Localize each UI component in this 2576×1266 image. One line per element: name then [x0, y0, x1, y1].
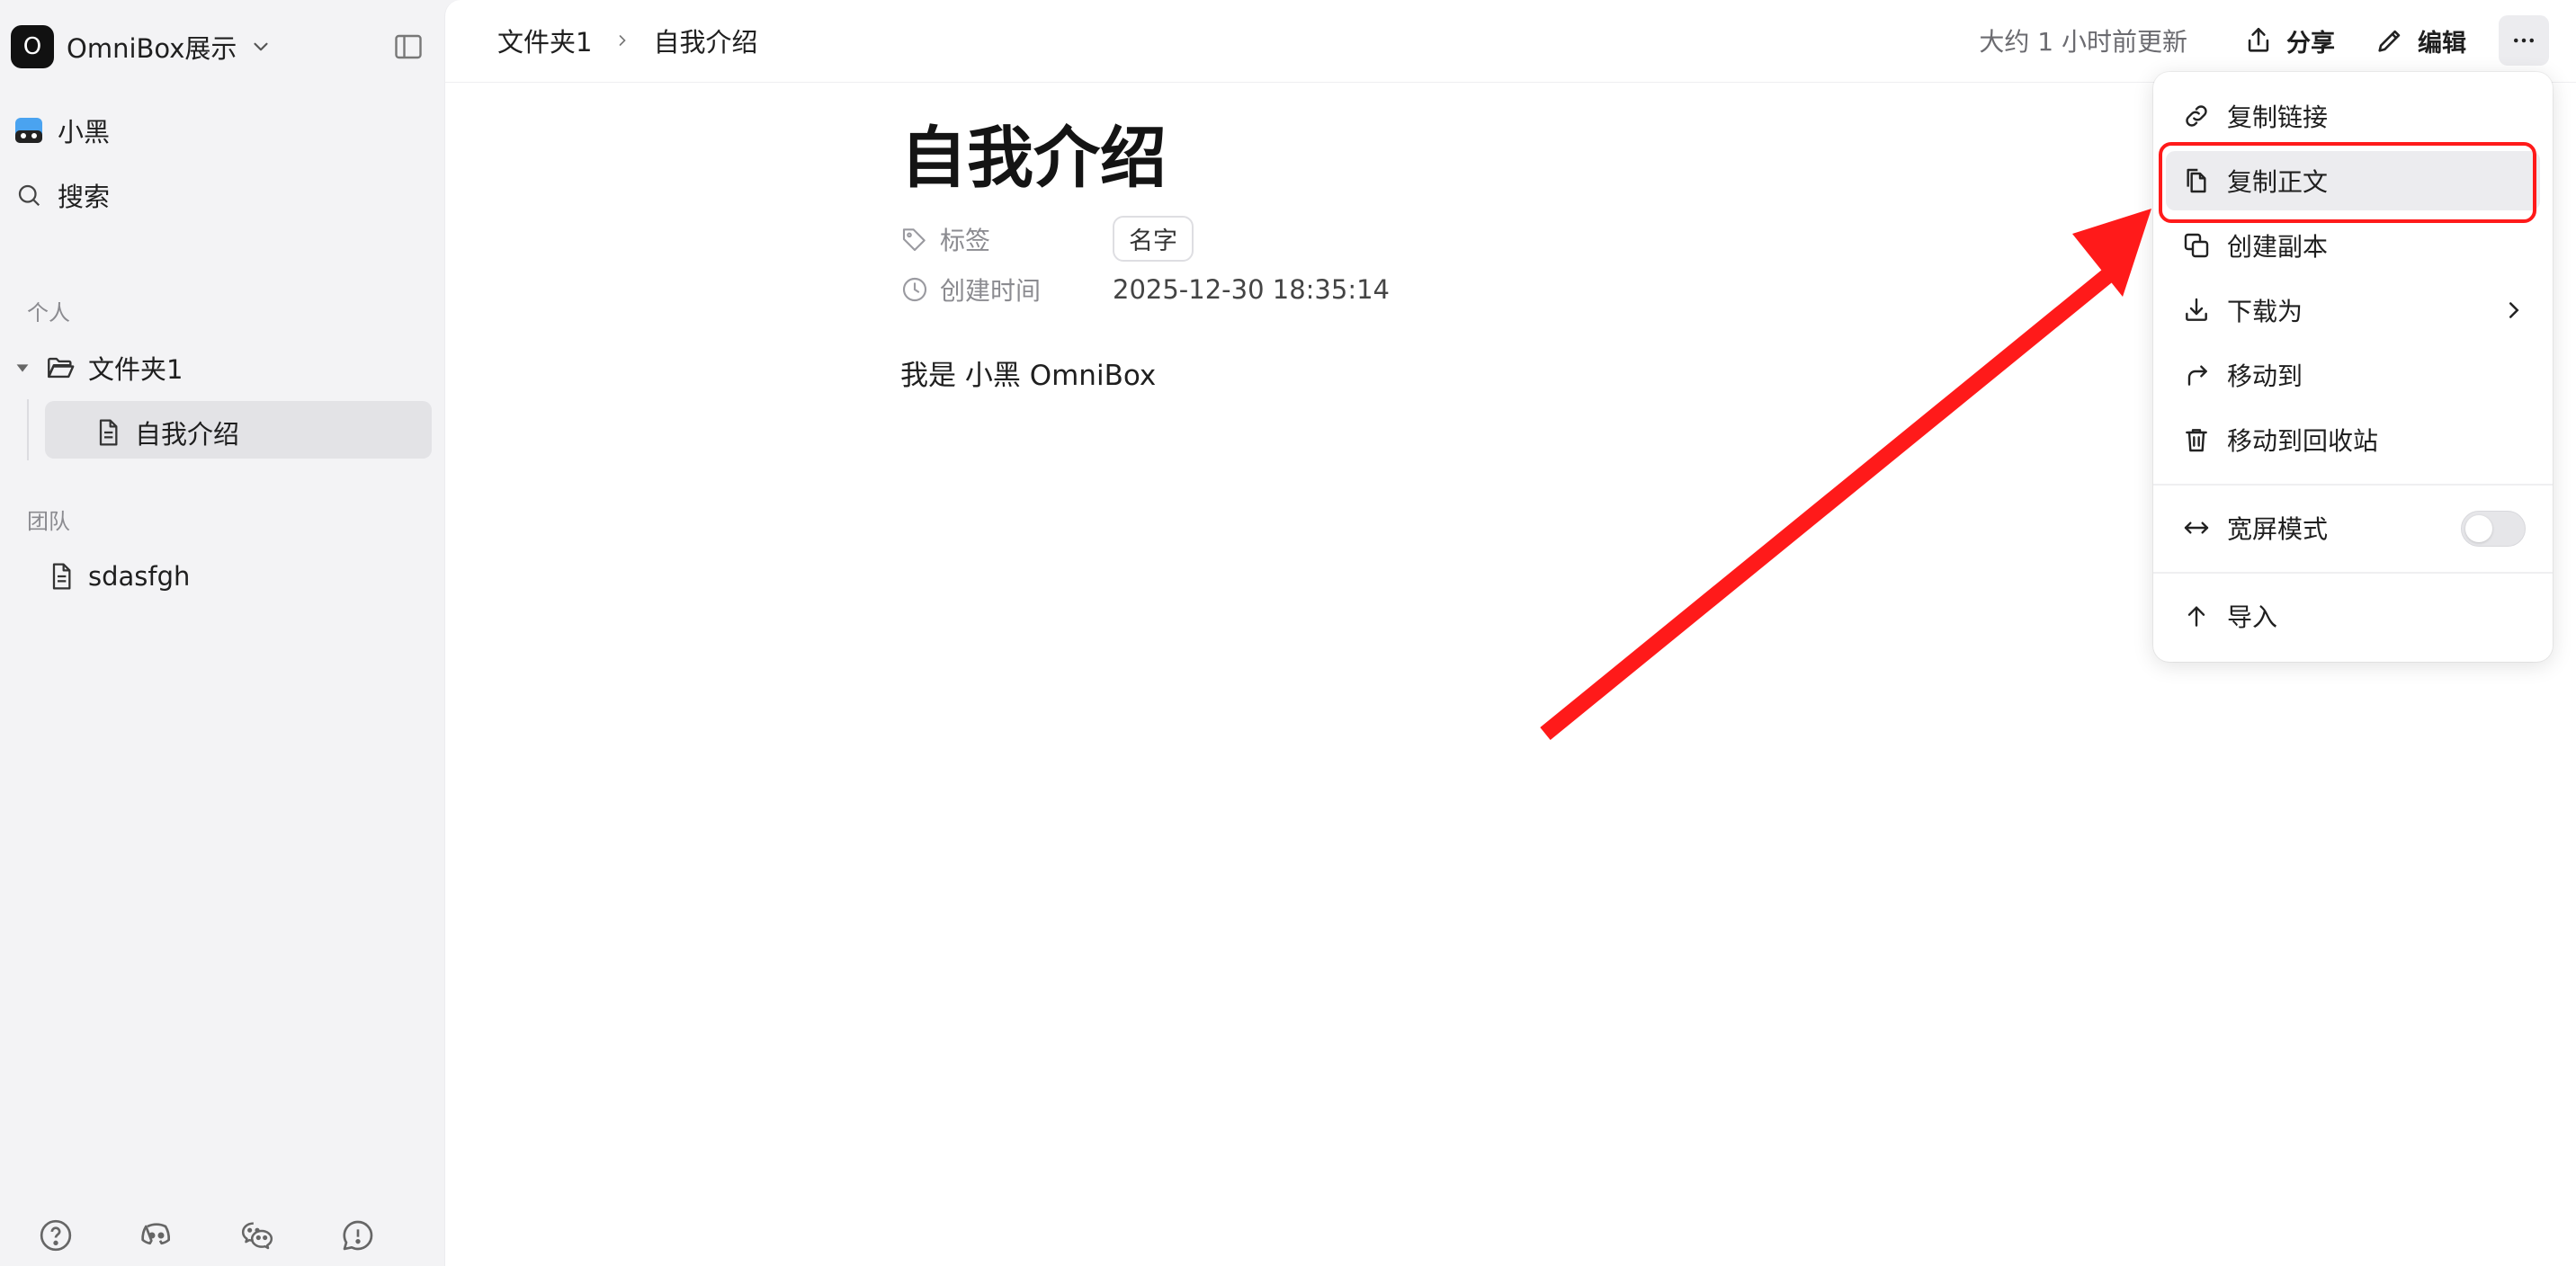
feedback-icon[interactable]	[338, 1216, 378, 1255]
breadcrumb-folder[interactable]: 文件夹1	[497, 22, 592, 59]
sidebar-user[interactable]: 小黑	[14, 111, 110, 149]
app-window: O OmniBox展示 小黑 搜索 个人 文件夹1 自我介绍 团队 sdasfg…	[0, 0, 2576, 1266]
sidebar-toggle-icon[interactable]	[392, 31, 425, 63]
move-to-trash-label: 移动到回收站	[2227, 426, 2379, 456]
tree-guide-line	[27, 399, 29, 460]
tags-label: 标签	[940, 225, 991, 255]
link-icon	[2186, 105, 2207, 127]
more-button[interactable]	[2499, 15, 2549, 66]
sidebar-item-doc[interactable]: 自我介绍	[94, 414, 239, 451]
download-icon	[2186, 298, 2207, 321]
updated-status: 大约 1 小时前更新	[1979, 27, 2187, 57]
document-icon	[52, 563, 71, 590]
document-icon	[99, 419, 118, 446]
menu-item-import[interactable]: 导入	[2166, 586, 2540, 646]
chevron-right-icon	[620, 35, 627, 46]
workspace-name: OmniBox展示	[67, 33, 237, 64]
breadcrumb: 文件夹1 自我介绍	[497, 22, 757, 59]
share-icon	[2248, 27, 2269, 52]
help-icon[interactable]	[36, 1216, 76, 1255]
tag-chip[interactable]: 名字	[1113, 216, 1194, 262]
tag-icon	[902, 227, 926, 251]
sidebar-footer	[36, 1216, 378, 1255]
caret-down-icon[interactable]	[13, 358, 32, 378]
created-label: 创建时间	[940, 276, 1042, 306]
download-as-label: 下载为	[2227, 297, 2303, 326]
copy-link-label: 复制链接	[2227, 103, 2329, 132]
section-personal: 个人	[27, 300, 70, 325]
user-name: 小黑	[58, 117, 111, 147]
menu-item-wide-mode[interactable]: 宽屏模式	[2166, 498, 2540, 557]
team-doc-label: sdasfgh	[88, 561, 191, 592]
top-bar: 文件夹1 自我介绍 大约 1 小时前更新 分享 编辑	[445, 0, 2576, 83]
tags-key: 标签	[900, 221, 1113, 257]
folder-label: 文件夹1	[88, 354, 183, 385]
share-label: 分享	[2286, 29, 2335, 58]
menu-item-move-to-trash[interactable]: 移动到回收站	[2166, 410, 2540, 469]
duplicate-icon	[2184, 233, 2209, 258]
annotation-highlight-box	[2159, 142, 2536, 223]
share-button[interactable]: 分享	[2223, 14, 2355, 67]
top-actions: 大约 1 小时前更新 分享 编辑	[1979, 13, 2576, 68]
folder-open-icon	[48, 357, 75, 379]
edit-label: 编辑	[2418, 29, 2466, 58]
wide-mode-toggle[interactable]	[2461, 511, 2526, 547]
doc-label: 自我介绍	[135, 419, 240, 450]
created-key: 创建时间	[900, 272, 1113, 308]
menu-item-duplicate[interactable]: 创建副本	[2166, 216, 2540, 275]
workspace-avatar: O	[11, 25, 54, 68]
meta-tags-row: 标签 名字	[900, 216, 1194, 262]
wide-mode-label: 宽屏模式	[2227, 514, 2329, 544]
arrows-horizontal-icon	[2184, 522, 2209, 534]
user-avatar-icon	[14, 116, 43, 145]
sidebar-item-team-doc[interactable]: sdasfgh	[47, 561, 190, 592]
sidebar-item-folder[interactable]: 文件夹1	[13, 349, 183, 387]
discord-icon[interactable]	[137, 1216, 176, 1255]
search-icon	[14, 181, 43, 210]
pencil-icon	[2378, 30, 2401, 52]
breadcrumb-doc[interactable]: 自我介绍	[653, 22, 757, 59]
wechat-icon[interactable]	[237, 1216, 277, 1255]
section-team: 团队	[27, 509, 70, 534]
move-arrow-icon	[2187, 365, 2207, 386]
sidebar-search[interactable]: 搜索	[14, 176, 110, 214]
workspace-switcher[interactable]: O OmniBox展示	[11, 23, 273, 70]
chevron-down-icon	[254, 42, 269, 51]
menu-divider	[2153, 484, 2553, 486]
import-label: 导入	[2227, 602, 2278, 632]
arrow-up-icon	[2187, 606, 2205, 627]
more-horizontal-icon	[2514, 38, 2534, 43]
document-title[interactable]: 自我介绍	[900, 104, 1167, 201]
menu-item-copy-link[interactable]: 复制链接	[2166, 86, 2540, 146]
document-body[interactable]: 我是 小黑 OmniBox	[900, 352, 1156, 393]
menu-item-move-to[interactable]: 移动到	[2166, 345, 2540, 405]
menu-item-download-as[interactable]: 下载为	[2166, 281, 2540, 340]
search-label: 搜索	[58, 182, 111, 212]
trash-icon	[2186, 429, 2207, 452]
chevron-right-icon	[2509, 302, 2519, 318]
created-value: 2025-12-30 18:35:14	[1113, 274, 1390, 305]
meta-created-row: 创建时间 2025-12-30 18:35:14	[900, 272, 1390, 308]
edit-button[interactable]: 编辑	[2355, 14, 2486, 67]
menu-divider	[2153, 572, 2553, 574]
move-to-label: 移动到	[2227, 361, 2303, 391]
duplicate-label: 创建副本	[2227, 232, 2329, 262]
clock-icon	[902, 277, 927, 302]
sidebar: O OmniBox展示 小黑 搜索 个人 文件夹1 自我介绍 团队 sdasfg…	[0, 0, 444, 1266]
